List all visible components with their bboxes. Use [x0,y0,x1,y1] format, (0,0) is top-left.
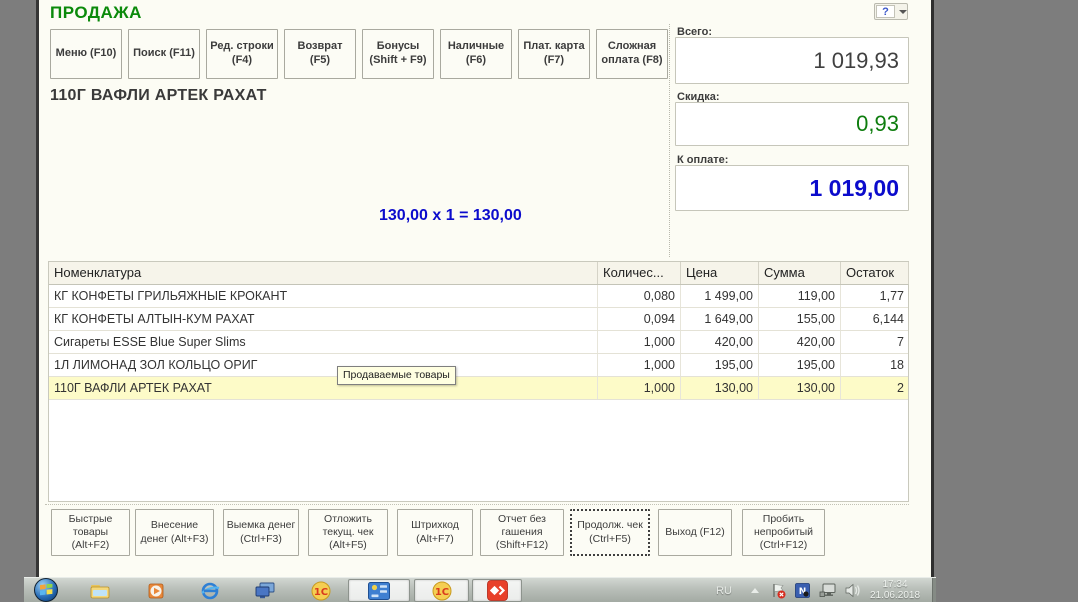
clock-date: 21.06.2018 [860,590,930,601]
cell-price: 1 499,00 [681,285,759,307]
cell-rest: 7 [841,331,909,353]
question-icon: ? [876,5,895,18]
cell-sum: 420,00 [759,331,841,353]
retail-pos-icon [487,580,508,601]
start-button[interactable] [34,578,58,602]
cell-rest: 1,77 [841,285,909,307]
page-title: ПРОДАЖА [50,3,142,23]
cell-name: 1Л ЛИМОНАД ЗОЛ КОЛЬЦО ОРИГ [49,354,598,376]
col-header-sum[interactable]: Сумма [759,262,841,284]
cell-price: 195,00 [681,354,759,376]
action-center-flag-icon[interactable] [768,578,788,602]
svg-text:1С: 1С [434,587,448,598]
goods-table: Номенклатура Количес... Цена Сумма Остат… [48,261,909,502]
punch-unpunched-button[interactable]: Пробить непробитый (Ctrl+F12) [742,509,825,556]
media-player-icon[interactable] [142,578,170,602]
return-button[interactable]: Возврат (F5) [284,29,356,79]
cell-qty: 1,000 [598,354,681,376]
table-tooltip: Продаваемые товары [337,366,456,385]
cell-name: КГ КОНФЕТЫ АЛТЫН-КУМ РАХАТ [49,308,598,330]
help-button[interactable]: ? [874,3,908,20]
cell-sum: 119,00 [759,285,841,307]
hold-receipt-button[interactable]: Отложить текущ. чек (Alt+F5) [308,509,388,556]
col-header-quantity[interactable]: Количес... [598,262,681,284]
exit-button[interactable]: Выход (F12) [658,509,732,556]
cell-rest: 18 [841,354,909,376]
continue-receipt-button[interactable]: Продолж. чек (Ctrl+F5) [570,509,650,556]
discount-field: 0,93 [675,102,909,146]
1c-launcher-icon [368,582,390,600]
horizontal-separator [45,504,909,505]
cash-in-button[interactable]: Внесение денег (Alt+F3) [135,509,214,556]
1c-icon[interactable]: 1С [306,578,336,602]
cell-qty: 0,094 [598,308,681,330]
col-header-rest[interactable]: Остаток [841,262,909,284]
cell-sum: 195,00 [759,354,841,376]
quick-goods-button[interactable]: Быстрые товары (Alt+F2) [51,509,130,556]
vertical-separator [669,24,670,257]
due-value: 1 019,00 [809,175,899,202]
network-icon[interactable] [816,578,838,602]
1c-window-button[interactable]: 1С [414,579,469,602]
cell-rest: 6,144 [841,308,909,330]
language-indicator[interactable]: RU [709,578,739,602]
x-report-button[interactable]: Отчет без гашения (Shift+F12) [480,509,564,556]
cell-price: 420,00 [681,331,759,353]
total-field: 1 019,93 [675,37,909,84]
windows-logo-icon [40,584,53,597]
cell-name: 110Г ВАФЛИ АРТЕК РАХАТ [49,377,598,399]
cash-out-button[interactable]: Выемка денег (Ctrl+F3) [223,509,299,556]
cell-price: 1 649,00 [681,308,759,330]
cell-qty: 0,080 [598,285,681,307]
col-header-price[interactable]: Цена [681,262,759,284]
edit-line-button[interactable]: Ред. строки (F4) [206,29,278,79]
total-value: 1 019,93 [813,48,899,74]
cash-button[interactable]: Наличные (F6) [440,29,512,79]
triangle-up-icon [751,588,759,593]
cell-sum: 130,00 [759,377,841,399]
hidden-icons-arrow[interactable] [746,578,764,602]
cell-name: КГ КОНФЕТЫ ГРИЛЬЯЖНЫЕ КРОКАНТ [49,285,598,307]
current-item-name: 110Г ВАФЛИ АРТЕК РАХАТ [50,87,267,105]
internet-explorer-icon[interactable] [196,578,224,602]
cell-price: 130,00 [681,377,759,399]
svg-text:1С: 1С [314,587,328,598]
search-button[interactable]: Поиск (F11) [128,29,200,79]
due-field: 1 019,00 [675,165,909,211]
table-row[interactable]: КГ КОНФЕТЫ ГРИЛЬЯЖНЫЕ КРОКАНТ 0,080 1 49… [49,285,908,308]
taskbar: 1С 1С RU [24,577,936,602]
remote-desktop-icon[interactable] [250,578,280,602]
1c-launcher-window-button[interactable] [348,579,410,602]
table-header-row: Номенклатура Количес... Цена Сумма Остат… [49,262,908,285]
1c-coin-icon: 1С [432,581,452,601]
netsupport-icon[interactable]: N [792,578,812,602]
table-row-selected[interactable]: 110Г ВАФЛИ АРТЕК РАХАТ 1,000 130,00 130,… [49,377,908,400]
explorer-icon[interactable] [86,578,114,602]
language-label: RU [716,585,732,597]
quantity-calc-line: 130,00 x 1 = 130,00 [379,207,522,225]
chevron-down-icon [899,10,907,14]
cell-name: Сигареты ESSE Blue Super Slims [49,331,598,353]
pos-app-window: ПРОДАЖА ? Меню (F10) Поиск (F11) Ред. ст… [36,0,934,577]
cell-qty: 1,000 [598,331,681,353]
menu-button[interactable]: Меню (F10) [50,29,122,79]
show-desktop-button[interactable] [932,578,936,602]
table-row[interactable]: Сигареты ESSE Blue Super Slims 1,000 420… [49,331,908,354]
retail-pos-window-button[interactable] [472,579,522,602]
col-header-nomenclature[interactable]: Номенклатура [49,262,598,284]
discount-value: 0,93 [856,111,899,137]
barcode-button[interactable]: Штрихкод (Alt+F7) [397,509,473,556]
clock-time: 17:34 [860,579,930,590]
table-row[interactable]: КГ КОНФЕТЫ АЛТЫН-КУМ РАХАТ 0,094 1 649,0… [49,308,908,331]
payment-card-button[interactable]: Плат. карта (F7) [518,29,590,79]
bonuses-button[interactable]: Бонусы (Shift + F9) [362,29,434,79]
cell-rest: 2 [841,377,909,399]
cell-qty: 1,000 [598,377,681,399]
cell-sum: 155,00 [759,308,841,330]
taskbar-clock[interactable]: 17:34 21.06.2018 [860,579,930,602]
table-row[interactable]: 1Л ЛИМОНАД ЗОЛ КОЛЬЦО ОРИГ 1,000 195,00 … [49,354,908,377]
complex-payment-button[interactable]: Сложная оплата (F8) [596,29,668,79]
